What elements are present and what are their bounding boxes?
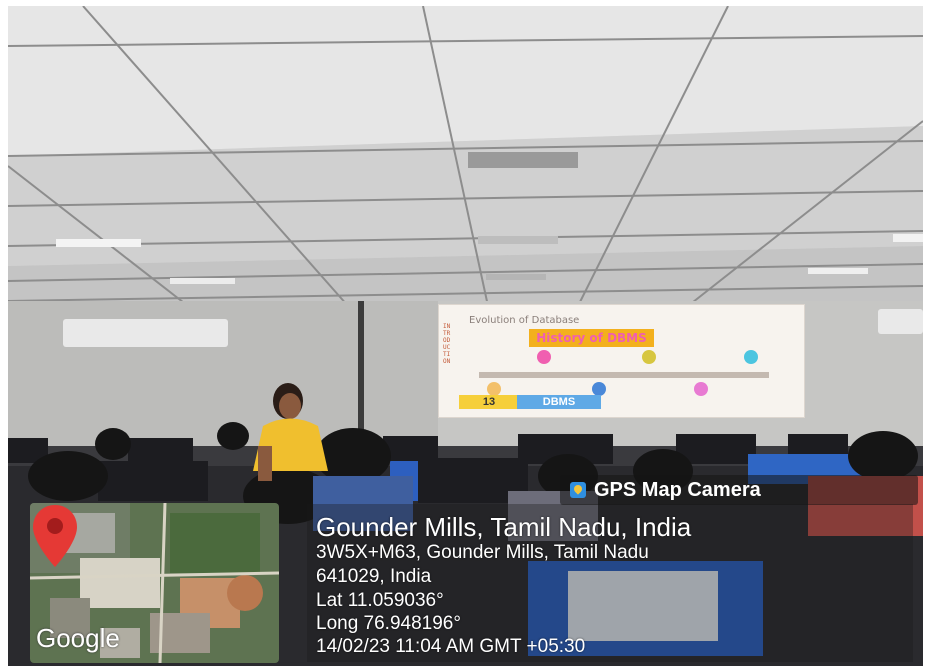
gps-brand-bar: GPS Map Camera	[560, 475, 918, 505]
gps-map-camera-icon	[570, 482, 586, 498]
location-title: Gounder Mills, Tamil Nadu, India	[316, 512, 692, 542]
datetime-stamp: 14/02/23 11:04 AM GMT +05:30	[316, 636, 586, 657]
gps-brand-label: GPS Map Camera	[594, 479, 761, 501]
google-logo: Google	[36, 623, 120, 653]
map-pin-icon	[33, 505, 77, 567]
slide-number: 13	[459, 395, 519, 409]
address-line-1: 3W5X+M63, Gounder Mills, Tamil Nadu	[316, 542, 649, 563]
satellite-map-thumbnail: Google	[30, 503, 279, 663]
latitude: Lat 11.059036°	[316, 590, 444, 611]
slide-dbms-label: DBMS	[517, 395, 601, 409]
longitude: Long 76.948196°	[316, 613, 461, 634]
projector-slide: Evolution of Database INTRODUCTION Histo…	[438, 304, 805, 418]
photo-frame: Evolution of Database INTRODUCTION Histo…	[0, 0, 926, 668]
address-line-2: 641029, India	[316, 566, 432, 587]
